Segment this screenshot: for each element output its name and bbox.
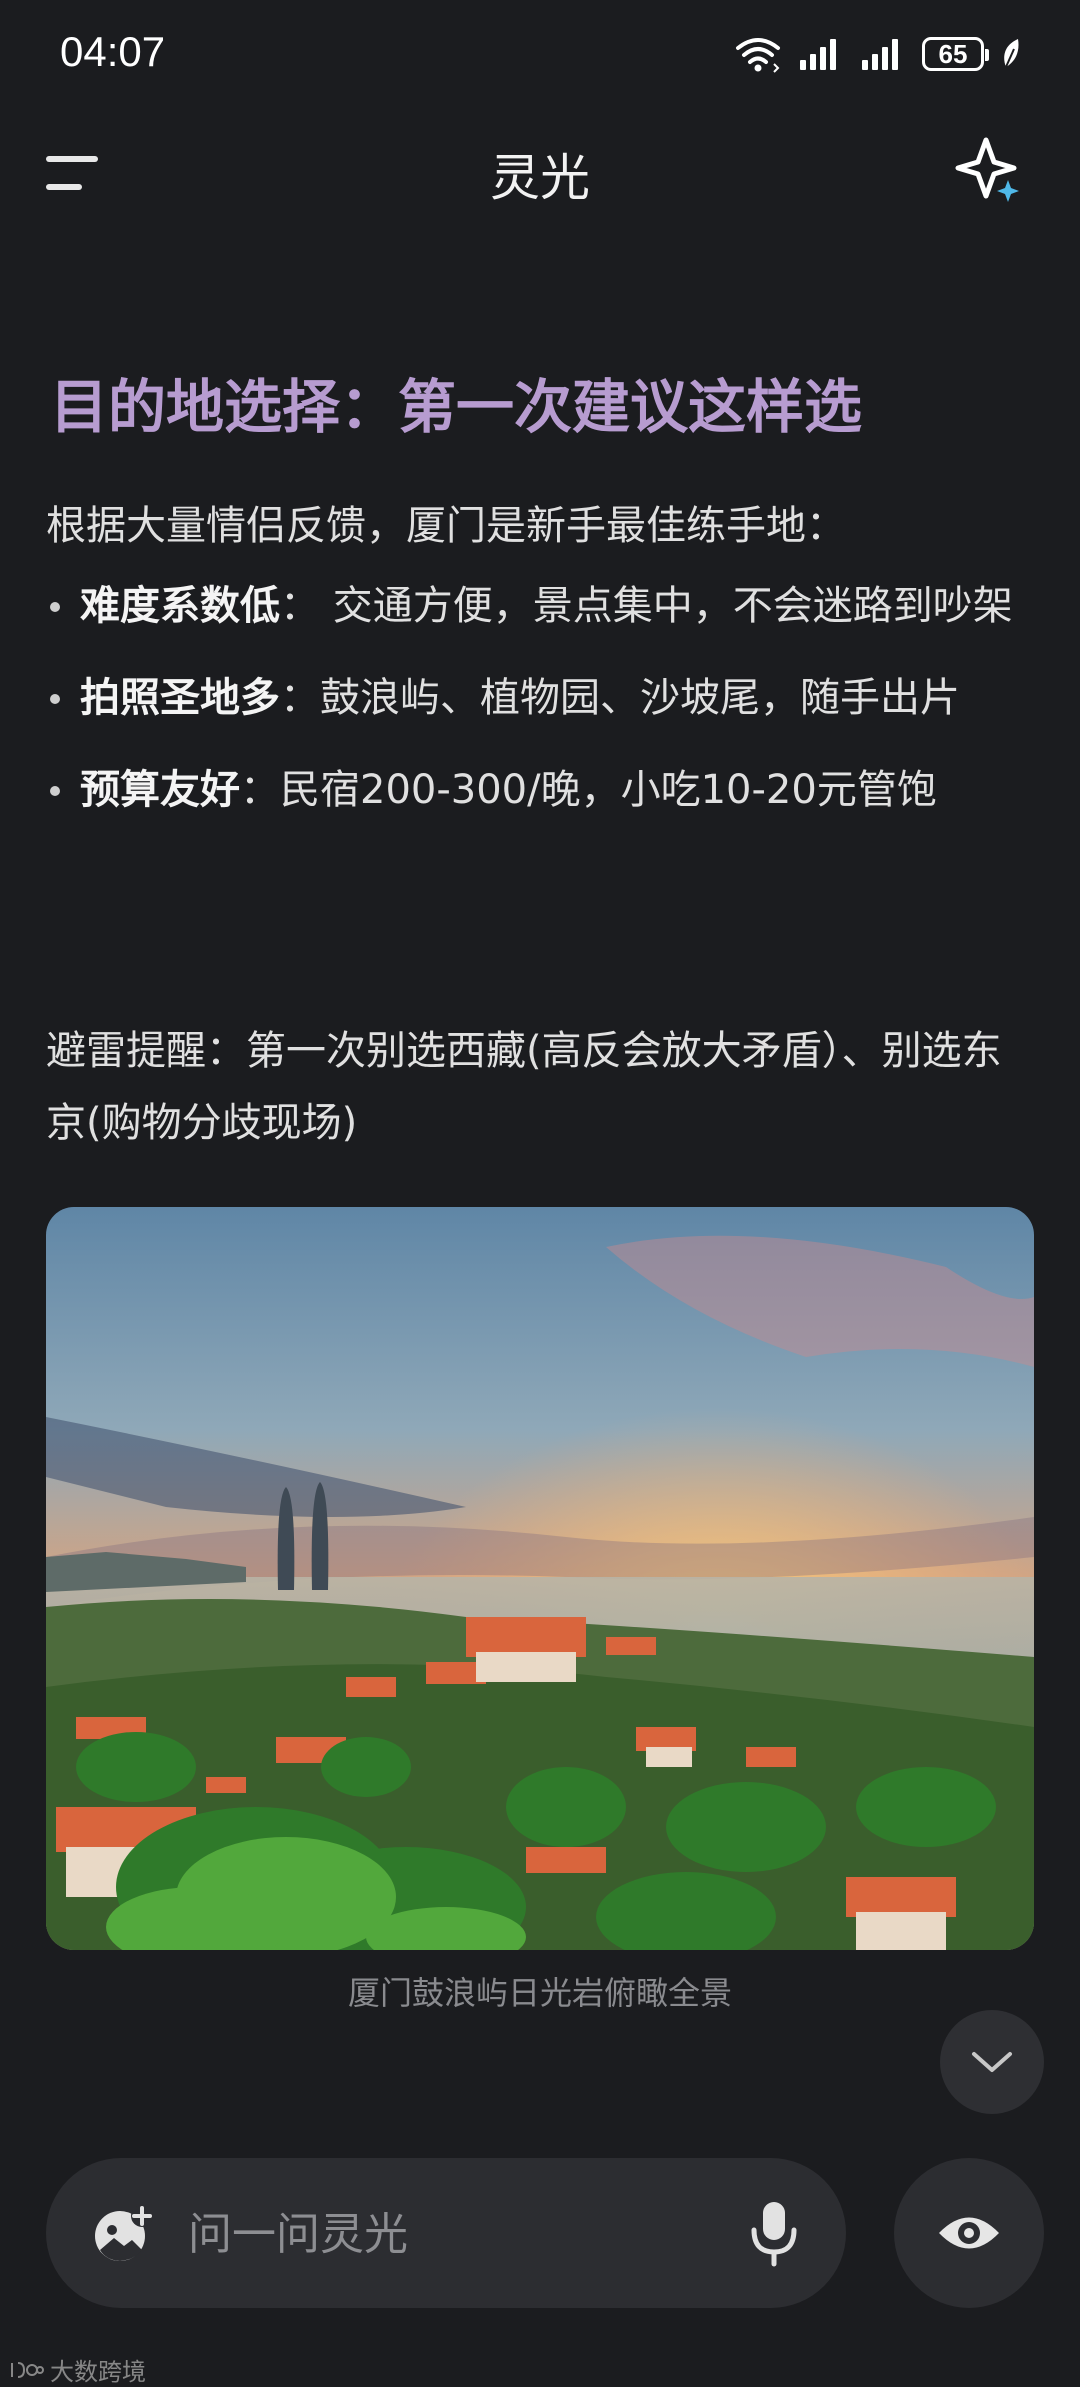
list-item: 难度系数低： 交通方便，景点集中，不会迷路到吵架 <box>46 570 1036 642</box>
xiamen-landscape-image <box>46 1207 1034 1950</box>
watermark-text: 大数跨境 <box>50 2358 146 2386</box>
sparkle-icon <box>955 137 1019 202</box>
signal-icon-1 <box>800 39 836 70</box>
eye-icon <box>939 2217 999 2249</box>
watermark: 大数跨境 <box>10 2352 146 2387</box>
signal-icon-2 <box>862 39 898 70</box>
bullet-term: 拍照圣地多 <box>80 675 280 721</box>
app-header: 灵光 <box>0 110 1080 230</box>
bullet-text: 鼓浪屿、植物园、沙坡尾，随手出片 <box>320 675 960 721</box>
image-caption: 厦门鼓浪屿日光岩俯瞰全景 <box>347 1974 732 2012</box>
battery-indicator: 65 <box>922 37 989 71</box>
status-icons: 65 <box>734 32 1022 76</box>
intro-paragraph: 根据大量情侣反馈，厦门是新手最佳练手地： <box>46 503 846 549</box>
add-image-button[interactable] <box>92 2204 154 2264</box>
bullet-list: 难度系数低： 交通方便，景点集中，不会迷路到吵架 拍照圣地多：鼓浪屿、植物园、沙… <box>46 570 1036 846</box>
prompt-input[interactable] <box>186 2198 750 2270</box>
section-heading: 目的地选择：第一次建议这样选 <box>50 373 863 441</box>
watermark-logo-icon <box>11 2361 44 2378</box>
voice-input-button[interactable] <box>746 2198 802 2270</box>
destination-photo[interactable] <box>46 1207 1034 1950</box>
battery-level: 65 <box>938 38 968 69</box>
warning-paragraph: 避雷提醒：第一次别选西藏(高反会放大矛盾）、别选东京(购物分歧现场) <box>46 1028 1002 1146</box>
vision-mode-button[interactable] <box>894 2158 1044 2308</box>
list-item: 预算友好：民宿200-300/晚，小吃10-20元管饱 <box>46 754 1036 826</box>
leaf-icon <box>1004 39 1019 68</box>
composer-bar <box>46 2158 846 2308</box>
bullet-text: 民宿200-300/晚，小吃10-20元管饱 <box>280 767 937 813</box>
bullet-term: 预算友好 <box>80 767 240 813</box>
app-title: 灵光 <box>490 149 590 207</box>
status-time: 04:07 <box>60 28 166 75</box>
chevron-down-icon <box>972 2052 1012 2072</box>
image-add-icon <box>95 2205 153 2261</box>
status-bar: 04:07 65 <box>0 0 1080 110</box>
bullet-term: 难度系数低 <box>80 583 280 629</box>
list-item: 拍照圣地多：鼓浪屿、植物园、沙坡尾，随手出片 <box>46 662 1036 734</box>
new-chat-button[interactable] <box>950 132 1030 212</box>
bullet-text: 交通方便，景点集中，不会迷路到吵架 <box>332 583 1013 629</box>
wifi-icon <box>736 38 780 73</box>
scroll-down-button[interactable] <box>940 2010 1044 2114</box>
microphone-icon <box>751 2202 797 2267</box>
